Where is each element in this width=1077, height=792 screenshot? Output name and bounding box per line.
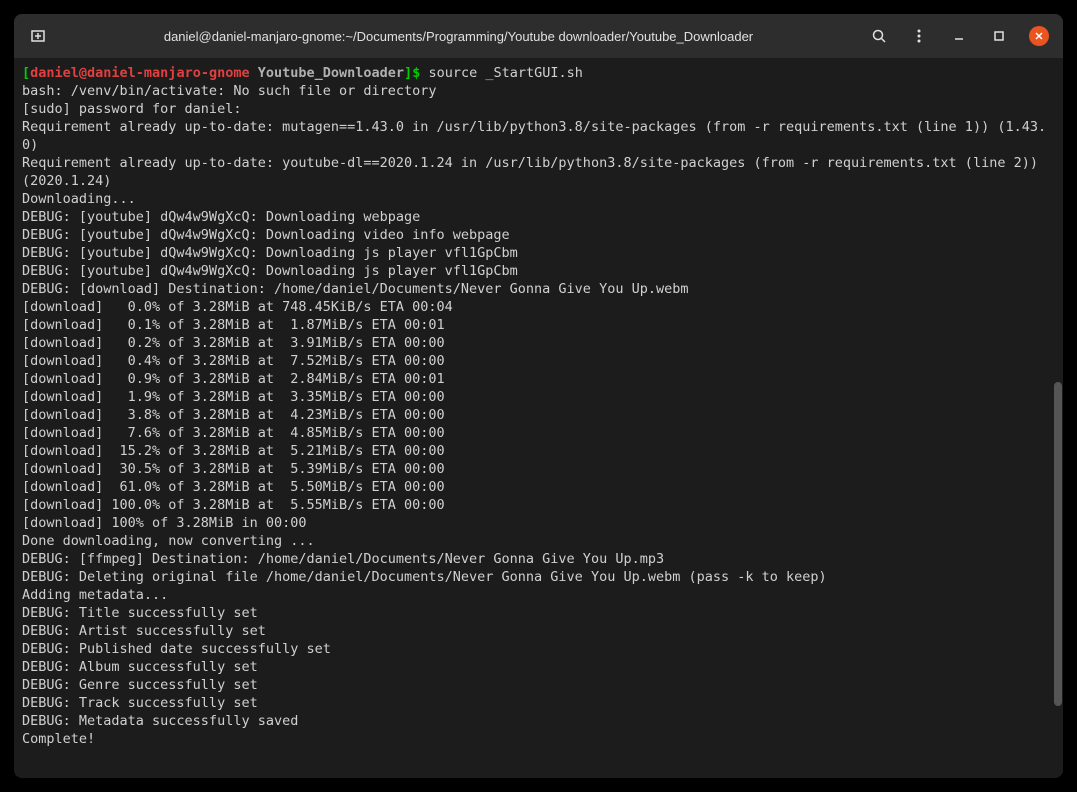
minimize-button[interactable] [943,20,975,52]
titlebar: daniel@daniel-manjaro-gnome:~/Documents/… [14,14,1063,58]
prompt-user-host: daniel@daniel-manjaro-gnome [30,65,249,81]
terminal-window: daniel@daniel-manjaro-gnome:~/Documents/… [14,14,1063,778]
terminal-output: bash: /venv/bin/activate: No such file o… [22,83,1046,747]
command-text: source _StartGUI.sh [428,65,582,81]
close-button[interactable] [1029,26,1049,46]
maximize-button[interactable] [983,20,1015,52]
prompt-path: Youtube_Downloader [258,65,404,81]
scrollbar[interactable] [1053,58,1063,778]
scrollbar-thumb[interactable] [1054,382,1062,706]
new-tab-icon[interactable] [22,20,54,52]
menu-button[interactable] [903,20,935,52]
search-button[interactable] [863,20,895,52]
terminal-content[interactable]: [daniel@daniel-manjaro-gnome Youtube_Dow… [14,58,1063,778]
window-title: daniel@daniel-manjaro-gnome:~/Documents/… [62,29,855,44]
